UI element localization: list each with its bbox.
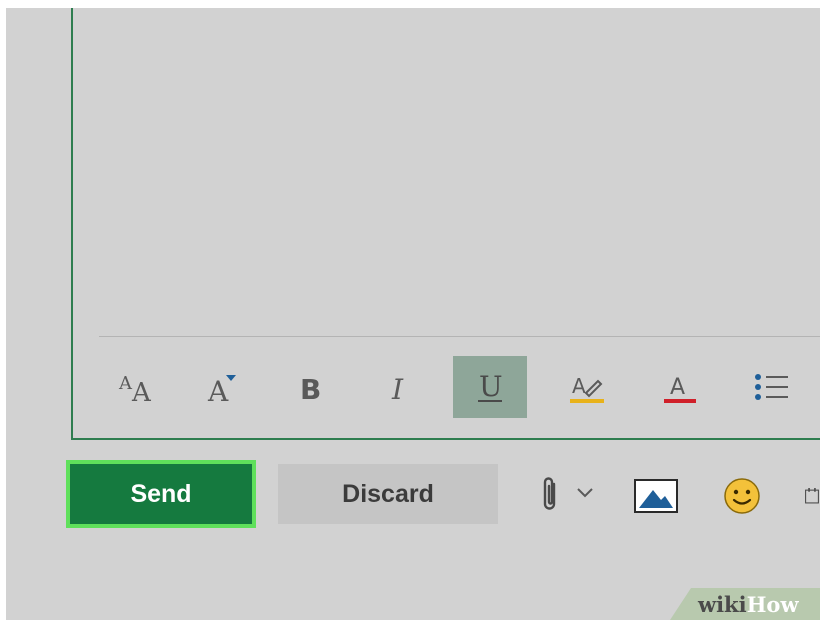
font-size-glyph-small: A (118, 373, 133, 394)
italic-glyph: I (391, 373, 404, 406)
insert-picture-button[interactable] (632, 474, 680, 518)
watermark-text: wikiHow (698, 592, 799, 617)
bullet-list-icon (755, 374, 788, 400)
watermark-how: How (746, 592, 799, 617)
watermark-wiki: wiki (698, 592, 747, 617)
send-button[interactable]: Send (66, 460, 256, 528)
highlight-glyph: A (572, 374, 586, 398)
italic-icon: I (391, 373, 404, 406)
attach-button[interactable] (532, 474, 568, 514)
toolbar-divider (99, 336, 820, 337)
schedule-button[interactable] (804, 476, 820, 516)
wikihow-watermark: wikiHow (670, 588, 820, 620)
highlight-button[interactable]: A (551, 356, 625, 418)
underline-glyph: U (479, 370, 503, 403)
chevron-down-icon (577, 488, 593, 498)
bold-button[interactable]: B (275, 356, 349, 418)
italic-button[interactable]: I (365, 356, 439, 418)
font-size-icon: A A (118, 373, 152, 407)
font-size-glyph-large: A (131, 378, 152, 407)
image-icon (634, 479, 678, 513)
bold-icon: B (300, 373, 321, 406)
underline-icon: U (478, 370, 503, 403)
font-color-glyph: A (670, 375, 685, 400)
bullets-button[interactable] (735, 356, 809, 418)
emoji-icon (724, 478, 760, 514)
highlight-icon: A (570, 374, 604, 403)
emoji-button[interactable] (718, 472, 766, 520)
paperclip-icon (543, 477, 556, 510)
attach-options-button[interactable] (572, 478, 598, 508)
font-color-button[interactable]: A (643, 356, 717, 418)
grow-font-button[interactable]: A (185, 356, 259, 418)
font-size-button[interactable]: A A (103, 356, 177, 418)
grow-font-glyph: A (207, 375, 229, 407)
calendar-icon (805, 488, 819, 504)
bold-glyph: B (300, 373, 321, 406)
numbering-button[interactable] (809, 356, 820, 418)
font-color-icon: A (664, 375, 696, 403)
message-body-editor[interactable] (73, 8, 820, 336)
discard-button[interactable]: Discard (278, 464, 498, 524)
email-compose-screen: A A A B I U A A Send Discard wikiHow (6, 8, 820, 620)
grow-font-icon: A (207, 375, 236, 407)
underline-button[interactable]: U (453, 356, 527, 418)
message-compose-pane: A A A B I U A A (71, 8, 820, 440)
format-toolbar: A A A B I U A A (103, 356, 820, 418)
